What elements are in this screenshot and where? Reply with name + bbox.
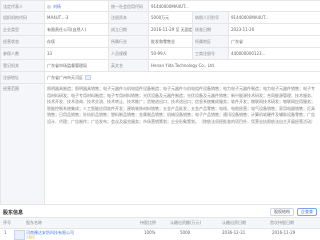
taxpayer-value: 91440000MA4UT... [227,11,320,24]
shareholders-title: 股东信息 [3,210,24,216]
approved-value: 2023-11-20 [227,23,320,36]
company-logo [14,230,25,240]
reg-capital-value: 5000万元 [148,11,193,24]
established-label: 成立日期 [108,23,149,36]
type-label: 企业类型 [0,23,45,36]
column-header: 首次持股日期 [270,220,294,225]
org-code-value: MA4UT...-3 [44,11,109,24]
region-value: 广东省 [227,35,320,48]
map-marker-icon[interactable] [85,75,91,81]
business-no-value: 440000000123... [227,47,320,60]
status-label: 经营状态 [0,35,45,48]
column-header: 序号 [3,220,11,225]
industry-value: 批发和零售业 [148,35,193,48]
registration-label: 登记机关 [0,59,45,72]
company-info-table: 法定代表人 刘杨 统一社会信用代码 91440000MA4UT... 组织机构代… [0,0,320,205]
english-value: Henan Yida Technology Co., Ltd. [147,59,320,72]
column-header: 持股比例 [140,220,156,225]
unified-code-label: 统一社会信用代码 [108,0,149,12]
staff-value: 50-99人 [148,47,193,60]
approved-label: 核准日期 [192,23,229,36]
business-no-label: 工商注册号 [192,47,229,60]
business-scope-text: 照明器具制造；照明器具销售；电子元器件与机电组件设备制造；电子元器件与机电组件设… [43,83,320,205]
subscribed-date: 2036-12-31 [222,230,246,235]
column-header: 股东名称 [26,220,42,225]
insured-value: 33 [44,47,109,60]
legal-rep-value[interactable]: 刘杨 [44,0,109,12]
share-ratio: 100% [144,230,156,235]
address-value: 广东省广州市天河区 [43,71,320,84]
major-shareholder-badge: 大股东 [26,235,36,239]
status-value: 存续 [44,35,109,48]
type-value: 有限责任公司(自然人) [44,23,109,36]
first-hold-date: 2016-11-29 [272,230,296,235]
english-label: 英文名 [108,59,149,72]
company-profile-page: 法定代表人 刘杨 统一社会信用代码 91440000MA4UT... 组织机构代… [0,0,320,240]
term-value: 2016-11-29 至 无固定期限 [148,23,193,36]
shareholders-actions: 股权结构 企查查 [270,208,317,216]
registration-value: 广东省市场监督管理局 [44,59,109,72]
taxpayer-label: 纳税人识别号 [192,11,229,24]
table-row[interactable]: 1 河南豫达安防科技有限公司 大股东 100% 5000 2036-12-31 … [0,228,320,240]
address-label: 注册地址 [0,71,45,84]
staff-label: 人员规模 [108,47,149,60]
legal-rep-label: 法定代表人 [0,0,45,12]
unified-code-value: 91440000MA4UT... [147,0,320,12]
column-header: 认缴出资日期 [222,220,246,225]
region-label: 所属地区 [192,35,229,48]
insured-label: 参保人数 [0,47,45,60]
avatar [47,4,51,9]
equity-structure-button[interactable]: 股权结构 [270,208,294,216]
scope-label: 经营范围 [0,83,45,205]
org-code-label: 组织机构代码 [0,11,45,24]
column-header: 认缴出资额(万元) [170,220,202,225]
reg-capital-label: 注册资本 [108,11,149,24]
industry-label: 所属行业 [108,35,149,48]
qichacha-button[interactable]: 企查查 [297,208,317,216]
row-index: 1 [4,230,7,235]
subscribed-amount: 5000 [180,230,191,235]
